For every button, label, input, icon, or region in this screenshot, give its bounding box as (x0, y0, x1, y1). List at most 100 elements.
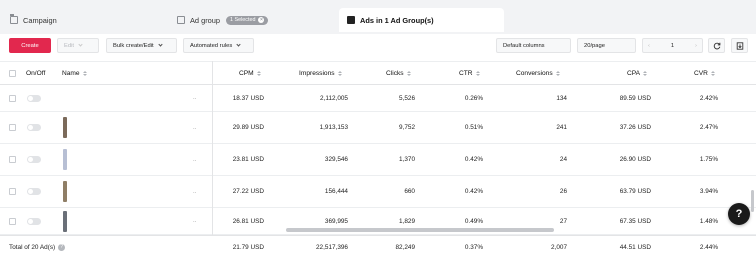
clicks-header-label: Clicks (386, 70, 404, 77)
ad-name-truncation: .. (193, 124, 197, 131)
row-checkbox-cell[interactable] (9, 208, 16, 234)
column-header-name[interactable]: Name (62, 62, 87, 85)
cpa-unit: USD (637, 124, 652, 131)
ad-thumbnail[interactable] (63, 181, 67, 202)
select-all-checkbox[interactable] (9, 70, 16, 77)
ad-thumbnail-cell[interactable] (63, 85, 67, 111)
sort-icon[interactable] (337, 71, 342, 76)
status-toggle[interactable] (27, 156, 41, 163)
row-toggle-cell[interactable] (27, 144, 41, 175)
row-toggle-cell[interactable] (27, 112, 41, 143)
cvr-cell: 1.48% (699, 217, 718, 225)
create-button[interactable]: Create (9, 38, 51, 53)
automated-label: Automated rules (190, 42, 233, 49)
ctr-cell: 0.42% (464, 156, 483, 163)
ad-thumbnail-cell[interactable] (63, 176, 67, 207)
sort-icon[interactable] (475, 71, 480, 76)
total-impressions: 22,517,396 (316, 243, 348, 251)
folder-icon (10, 14, 18, 24)
column-header-cvr[interactable]: CVR (694, 62, 715, 85)
select-all-checkbox-cell[interactable] (9, 62, 16, 85)
name-header-label: Name (62, 70, 80, 77)
next-page-icon[interactable]: › (695, 43, 697, 49)
row-toggle-cell[interactable] (27, 208, 41, 234)
total-cpm-unit: USD (250, 243, 265, 251)
ad-thumbnail[interactable] (63, 149, 67, 170)
table-header: On/Off Name CPM Impressions Clicks CTR C… (0, 61, 756, 85)
table-row[interactable]: .. 23.81 USD 329,546 1,370 0.42% 24 26.90 USD 1… (0, 144, 756, 176)
selected-badge[interactable]: 1 Selected × (226, 15, 269, 25)
total-label-cell: Total of 20 Ad(s) ? (9, 236, 66, 258)
status-toggle[interactable] (27, 94, 41, 102)
sort-icon[interactable] (555, 71, 560, 76)
edit-dropdown[interactable]: Edit (57, 38, 99, 53)
table-row[interactable]: .. 18.37 USD 2,112,005 5,526 0.26% 134 89.59 U… (0, 85, 756, 112)
ad-thumbnail-cell[interactable] (63, 208, 67, 234)
ad-thumbnail[interactable] (63, 87, 67, 109)
sort-icon[interactable] (710, 71, 715, 76)
refresh-button[interactable] (708, 38, 725, 53)
column-header-conversions[interactable]: Conversions (516, 62, 560, 85)
page-number[interactable]: 1 (671, 43, 674, 49)
columns-select[interactable]: Default columns (496, 38, 571, 53)
row-toggle-cell[interactable] (27, 176, 41, 207)
column-header-impressions[interactable]: Impressions (299, 62, 342, 85)
page-size-label: 20/page (584, 42, 605, 49)
ad-name-truncation: .. (193, 156, 197, 163)
row-checkbox[interactable] (9, 156, 16, 163)
table-row[interactable]: .. 27.22 USD 156,444 660 0.42% 26 63.79 USD 3.9… (0, 176, 756, 208)
row-toggle-cell[interactable] (27, 85, 41, 111)
tab-ads[interactable]: Ads in 1 Ad Group(s) (339, 8, 504, 32)
columns-label: Default columns (503, 42, 545, 49)
help-button[interactable]: ? (728, 203, 750, 225)
total-cvr: 2.44% (699, 243, 718, 251)
ad-thumbnail-cell[interactable] (63, 112, 67, 143)
column-header-cpm[interactable]: CPM (239, 62, 261, 85)
row-checkbox[interactable] (9, 188, 16, 195)
export-button[interactable] (731, 38, 748, 53)
row-checkbox[interactable] (9, 124, 16, 131)
column-header-clicks[interactable]: Clicks (386, 62, 411, 85)
ctr-cell: 0.42% (464, 188, 483, 195)
row-checkbox-cell[interactable] (9, 112, 16, 143)
tab-campaign[interactable]: Campaign (10, 8, 57, 32)
horizontal-scrollbar[interactable] (286, 228, 554, 232)
column-header-cpa[interactable]: CPA (627, 62, 648, 85)
status-toggle[interactable] (27, 217, 41, 225)
vertical-scrollbar[interactable] (751, 190, 754, 212)
tab-campaign-label: Campaign (23, 15, 57, 25)
sort-icon[interactable] (82, 71, 87, 76)
impressions-cell: 329,546 (324, 156, 348, 163)
column-header-ctr[interactable]: CTR (459, 62, 480, 85)
clicks-cell: 1,370 (399, 156, 415, 163)
row-checkbox-cell[interactable] (9, 144, 16, 175)
clear-selection-icon[interactable]: × (258, 17, 265, 23)
status-toggle[interactable] (27, 124, 41, 131)
total-label: Total of 20 Ad(s) (9, 243, 56, 251)
cpa-unit: USD (637, 217, 652, 225)
status-toggle[interactable] (27, 188, 41, 195)
clicks-cell: 660 (404, 188, 415, 195)
row-checkbox-cell[interactable] (9, 176, 16, 207)
conversions-header-label: Conversions (516, 70, 553, 77)
sort-icon[interactable] (406, 71, 411, 76)
total-conversions: 2,007 (551, 243, 567, 251)
page-size-select[interactable]: 20/page (577, 38, 636, 53)
prev-page-icon[interactable]: ‹ (648, 43, 650, 49)
tab-ad-group[interactable]: Ad group 1 Selected × (177, 8, 269, 32)
table-row[interactable]: .. 29.89 USD 1,913,153 9,752 0.51% 241 37.26 U… (0, 112, 756, 144)
help-circle-icon[interactable]: ? (58, 243, 66, 251)
row-checkbox[interactable] (9, 217, 16, 225)
sort-icon[interactable] (256, 71, 261, 76)
ad-thumbnail-cell[interactable] (63, 144, 67, 175)
cpa-unit: USD (637, 156, 652, 163)
chevron-down-icon (78, 42, 83, 47)
sort-icon[interactable] (643, 71, 648, 76)
automated-rules-dropdown[interactable]: Automated rules (183, 38, 254, 53)
ad-thumbnail[interactable] (63, 210, 67, 232)
bulk-create-edit-dropdown[interactable]: Bulk create/Edit (106, 38, 177, 53)
ad-thumbnail[interactable] (63, 117, 67, 138)
cpa-cell: 67.35 USD (600, 208, 651, 234)
row-checkbox-cell[interactable] (9, 85, 16, 111)
row-checkbox[interactable] (9, 94, 16, 102)
